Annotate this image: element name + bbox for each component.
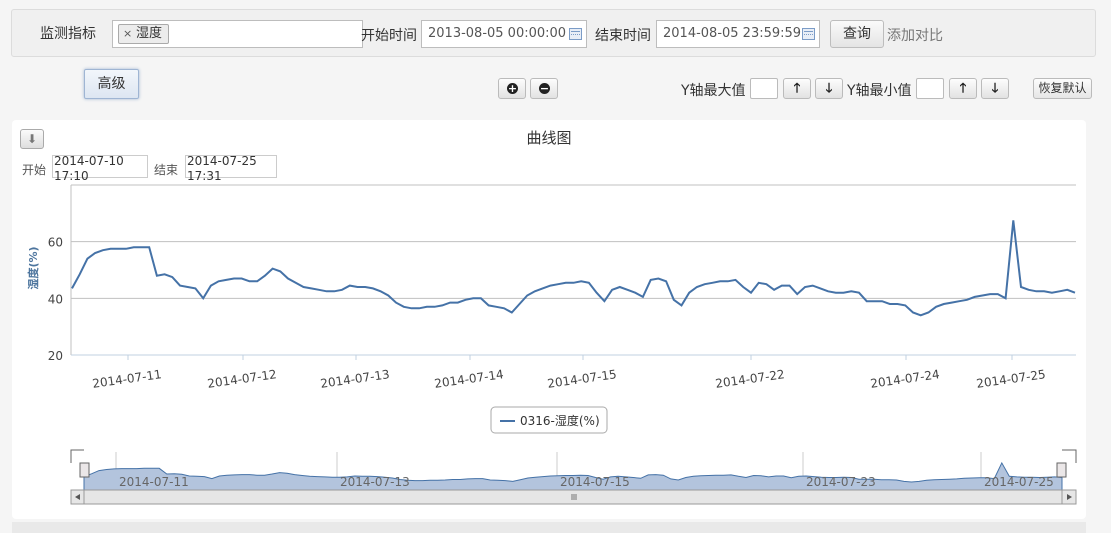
y-tick-label: 20 [48, 349, 63, 363]
y-axis-title: 湿度(%) [26, 246, 40, 289]
x-tick-label: 2014-07-12 [206, 367, 277, 391]
scrollbar[interactable] [70, 489, 1077, 505]
x-axis-ticks: 2014-07-11 2014-07-12 2014-07-13 2014-07-14… [91, 355, 1047, 391]
series-line-0316[interactable] [71, 220, 1076, 317]
legend[interactable]: 0316-湿度(%) [490, 406, 608, 434]
navigator-right-handle[interactable] [1056, 462, 1067, 478]
x-tick-label: 2014-07-22 [714, 367, 785, 391]
line-chart: 曲线图 204060 湿度(%) 2014-07-11 2014-07-12 201… [26, 129, 1077, 505]
x-tick-label: 2014-07-24 [869, 367, 940, 391]
navigator-outline [70, 449, 1077, 463]
navigator-label: 2014-07-13 [340, 475, 410, 489]
x-tick-label: 2014-07-14 [433, 367, 504, 391]
navigator-label: 2014-07-25 [984, 475, 1054, 489]
navigator[interactable]: 2014-07-11 2014-07-13 2014-07-15 2014-07-23… [70, 449, 1077, 491]
navigator-label: 2014-07-15 [560, 475, 630, 489]
legend-item-label: 0316-湿度(%) [520, 413, 600, 428]
scrollbar-thumb[interactable] [83, 489, 1063, 505]
navigator-left-handle[interactable] [79, 462, 90, 478]
y-tick-label: 40 [48, 292, 63, 306]
bottom-strip [12, 522, 1086, 533]
x-tick-label: 2014-07-11 [91, 367, 162, 391]
x-tick-label: 2014-07-13 [319, 367, 390, 391]
navigator-label: 2014-07-11 [119, 475, 189, 489]
x-tick-label: 2014-07-25 [975, 367, 1046, 391]
navigator-label: 2014-07-23 [806, 475, 876, 489]
x-tick-label: 2014-07-15 [546, 367, 617, 391]
chart-title: 曲线图 [526, 129, 571, 147]
y-tick-label: 60 [48, 236, 63, 250]
y-axis-ticks: 20 40 60 [48, 236, 63, 363]
